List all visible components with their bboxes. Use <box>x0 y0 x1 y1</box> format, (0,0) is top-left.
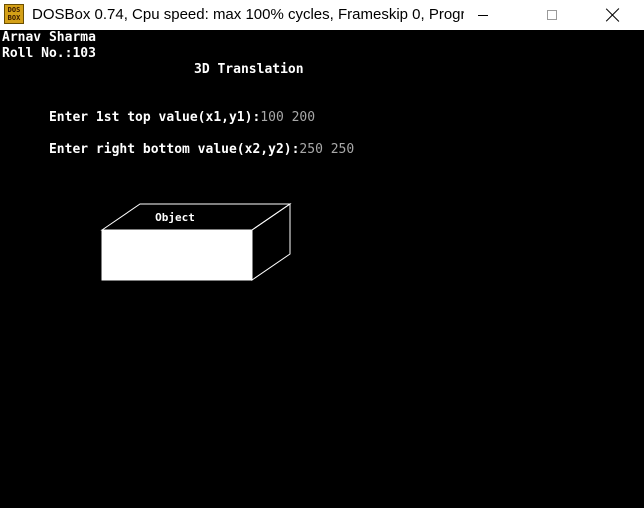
maximize-icon <box>547 10 557 20</box>
object-drawing <box>100 203 292 281</box>
title-bar[interactable]: DOS BOX DOSBox 0.74, Cpu speed: max 100%… <box>0 0 644 30</box>
object-label: Object <box>155 211 195 224</box>
close-button[interactable] <box>590 0 636 30</box>
window-title: DOSBox 0.74, Cpu speed: max 100% cycles,… <box>32 6 464 23</box>
dos-screen[interactable]: Arnav Sharma Roll No.:103 3D Translation… <box>0 30 644 508</box>
object-side-face <box>251 203 291 281</box>
close-icon <box>606 8 620 22</box>
maximize-button[interactable] <box>529 0 575 30</box>
minimize-button[interactable] <box>460 0 506 30</box>
object-front-face <box>101 229 253 281</box>
dosbox-icon[interactable]: DOS BOX <box>4 4 24 24</box>
minimize-icon <box>478 14 488 16</box>
dosbox-window: DOS BOX DOSBox 0.74, Cpu speed: max 100%… <box>0 0 644 508</box>
